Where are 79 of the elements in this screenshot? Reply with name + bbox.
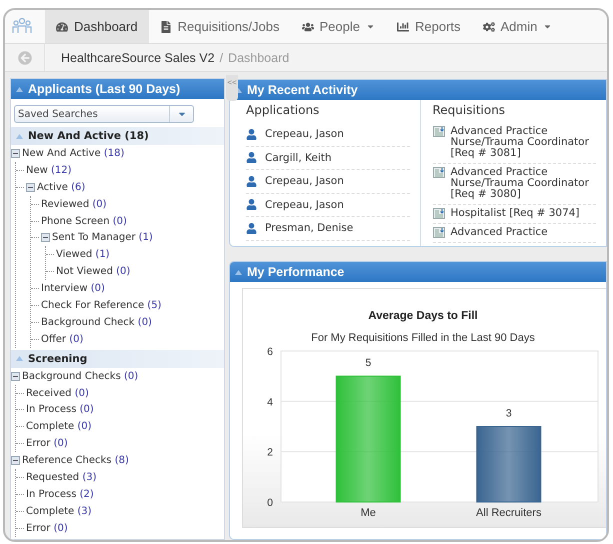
collapse-icon[interactable] (11, 456, 20, 466)
nav-tab[interactable]: People (290, 10, 386, 43)
gears-icon (482, 20, 495, 32)
section-header[interactable]: Screening (11, 350, 224, 368)
requisition-icon (432, 208, 444, 219)
panel-header: Applicants (Last 90 Days) (11, 79, 224, 99)
breadcrumb-item[interactable]: HealthcareSource Sales V2 (61, 50, 215, 64)
tree-item[interactable]: New (12) (26, 164, 72, 176)
bar-chart-icon (396, 20, 409, 32)
collapse-icon[interactable] (41, 233, 50, 242)
tree-item[interactable]: Complete (3) (26, 506, 92, 517)
tree-item[interactable]: In Process (0) (26, 404, 94, 416)
applicant-link[interactable]: Crepeau, Jason (265, 128, 344, 140)
nav-tab[interactable]: Dashboard (45, 10, 149, 43)
collapse-icon (16, 86, 23, 92)
requisition-icon (432, 167, 444, 178)
axis-tick-label: 2 (267, 446, 273, 459)
tree-item[interactable]: Interview (0) (41, 283, 105, 294)
collapse-icon[interactable] (11, 372, 20, 381)
data-label: 3 (506, 408, 512, 420)
requisition-link[interactable]: Advanced Practice (450, 227, 548, 238)
axis-tick-label: 4 (267, 396, 273, 408)
document-icon (160, 20, 172, 32)
people-icon (302, 20, 314, 32)
requisition-link[interactable]: Hospitalist [Req # 3074] (450, 208, 580, 219)
applicant-link[interactable]: Crepeau, Jason (265, 198, 344, 211)
axis-tick-label: 6 (267, 346, 273, 358)
tree-item[interactable]: Complete (0) (26, 421, 92, 432)
tree-item[interactable]: Phone Screen (0) (41, 216, 127, 226)
requisition-link[interactable]: Advanced Practice Nurse/Trauma Coordinator [Req # 3080] (450, 167, 596, 200)
person-icon (246, 222, 257, 234)
tree-item[interactable]: Active (6) (37, 182, 86, 193)
tree-item[interactable]: Not Viewed (0) (56, 266, 130, 278)
person-icon (246, 199, 257, 210)
nav-tab[interactable]: Requisitions/Jobs (148, 10, 290, 43)
axis-tick-label: 0 (267, 497, 273, 509)
applicant-link[interactable]: Cargill, Keith (265, 152, 332, 164)
panel-title: My Performance (247, 265, 344, 279)
people-logo-icon[interactable] (11, 17, 33, 35)
column-heading: Applications (246, 103, 320, 117)
collapse-icon[interactable] (235, 88, 242, 92)
nav-tab[interactable]: Reports (386, 10, 472, 43)
requisition-icon (432, 227, 444, 238)
tree-item[interactable]: Background Check (0) (41, 316, 152, 328)
tree-item[interactable]: Requested (3) (26, 472, 96, 483)
applicant-link[interactable]: Presman, Denise (265, 222, 354, 234)
saved-searches-dropdown[interactable]: Saved Searches (14, 105, 194, 123)
applicant-link[interactable]: Crepeau, Jason (265, 175, 344, 188)
tree-item[interactable]: Offer (0) (41, 334, 84, 345)
requisition-link[interactable]: Advanced Practice Nurse/Trauma Coordinator [Req # 3081] (450, 126, 596, 159)
breadcrumb-separator: / (220, 50, 224, 64)
tree-item[interactable]: Viewed (1) (56, 249, 110, 260)
person-icon (246, 152, 257, 164)
chart-subtitle: For My Requisitions Filled in the Last 90 Days (311, 332, 535, 344)
collapse-icon[interactable] (11, 148, 20, 158)
tree-item[interactable]: Error (0) (26, 438, 68, 450)
chart-title: Average Days to Fill (368, 310, 478, 322)
panel-title: My Recent Activity (247, 83, 358, 97)
gauge-icon (56, 20, 68, 32)
tree-item[interactable]: Received (0) (26, 388, 89, 399)
person-icon (246, 176, 257, 187)
requisition-icon (432, 126, 444, 137)
tree-item[interactable]: Check For Reference (5) (41, 300, 162, 311)
back-icon[interactable] (18, 50, 32, 64)
category-label: Me (360, 507, 376, 519)
tree-item[interactable]: Reference Checks (8) (22, 455, 129, 466)
data-label: 5 (365, 357, 372, 370)
tree-item[interactable]: Error (0) (26, 522, 68, 534)
tree-item[interactable]: Background Checks (0) (22, 370, 138, 382)
column-heading: Requisitions (432, 103, 506, 117)
tree-item[interactable]: Sent To Manager (1) (52, 232, 153, 244)
person-icon (246, 128, 257, 140)
section-header[interactable]: New And Active (18) (11, 127, 224, 145)
tree-item[interactable]: In Process (2) (26, 488, 94, 500)
tree-item[interactable]: Reviewed (0) (41, 198, 107, 210)
collapse-icon[interactable] (26, 182, 35, 192)
category-label: All Recruiters (476, 507, 542, 519)
tree-item[interactable]: New And Active (18) (22, 148, 124, 159)
nav-tab[interactable]: Admin (472, 10, 564, 43)
